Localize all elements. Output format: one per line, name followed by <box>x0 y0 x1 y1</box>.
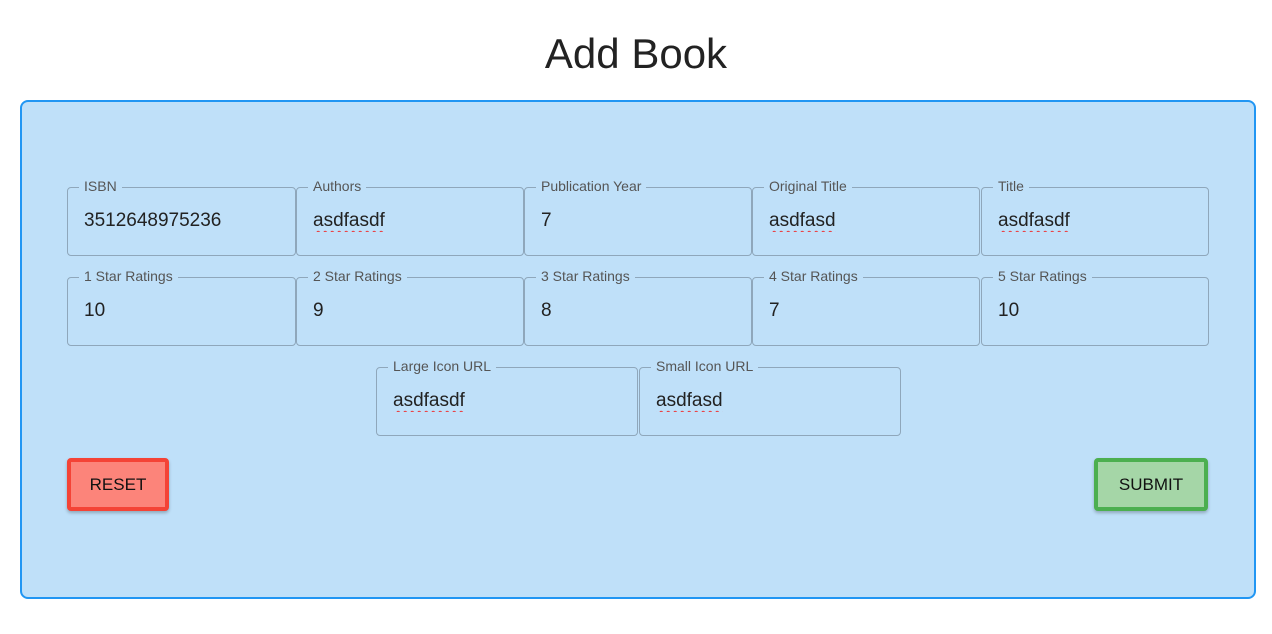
title-field[interactable]: Title <box>981 178 1209 256</box>
3-star-ratings-field[interactable]: 3 Star Ratings <box>524 268 752 346</box>
3-star-ratings-input[interactable] <box>541 300 734 322</box>
large-icon-url-input[interactable] <box>393 390 614 412</box>
large-icon-url-field[interactable]: Large Icon URL <box>376 358 638 436</box>
title-input[interactable] <box>998 210 1191 232</box>
authors-input[interactable] <box>313 210 506 232</box>
2-star-ratings-input[interactable] <box>313 300 506 322</box>
4-star-ratings-label: 4 Star Ratings <box>764 268 863 284</box>
form-card <box>20 100 1256 599</box>
5-star-ratings-label: 5 Star Ratings <box>993 268 1092 284</box>
original-title-input[interactable] <box>769 210 962 232</box>
isbn-field[interactable]: ISBN <box>67 178 296 256</box>
1-star-ratings-input[interactable] <box>84 300 277 322</box>
isbn-input[interactable] <box>84 210 277 232</box>
large-icon-url-label: Large Icon URL <box>388 358 497 374</box>
original-title-field[interactable]: Original Title <box>752 178 980 256</box>
4-star-ratings-input[interactable] <box>769 300 962 322</box>
original-title-label: Original Title <box>764 178 852 194</box>
reset-button[interactable]: RESET <box>67 458 169 511</box>
publication-year-input[interactable] <box>541 210 734 232</box>
isbn-label: ISBN <box>79 178 122 194</box>
small-icon-url-label: Small Icon URL <box>651 358 759 374</box>
publication-year-label: Publication Year <box>536 178 647 194</box>
5-star-ratings-field[interactable]: 5 Star Ratings <box>981 268 1209 346</box>
small-icon-url-input[interactable] <box>656 390 877 412</box>
5-star-ratings-input[interactable] <box>998 300 1191 322</box>
2-star-ratings-label: 2 Star Ratings <box>308 268 407 284</box>
authors-label: Authors <box>308 178 367 194</box>
3-star-ratings-label: 3 Star Ratings <box>536 268 635 284</box>
1-star-ratings-field[interactable]: 1 Star Ratings <box>67 268 296 346</box>
small-icon-url-field[interactable]: Small Icon URL <box>639 358 901 436</box>
2-star-ratings-field[interactable]: 2 Star Ratings <box>296 268 524 346</box>
page-title: Add Book <box>544 30 728 77</box>
title-label: Title <box>993 178 1029 194</box>
1-star-ratings-label: 1 Star Ratings <box>79 268 178 284</box>
publication-year-field[interactable]: Publication Year <box>524 178 752 256</box>
submit-button[interactable]: SUBMIT <box>1094 458 1208 511</box>
authors-field[interactable]: Authors <box>296 178 524 256</box>
4-star-ratings-field[interactable]: 4 Star Ratings <box>752 268 980 346</box>
